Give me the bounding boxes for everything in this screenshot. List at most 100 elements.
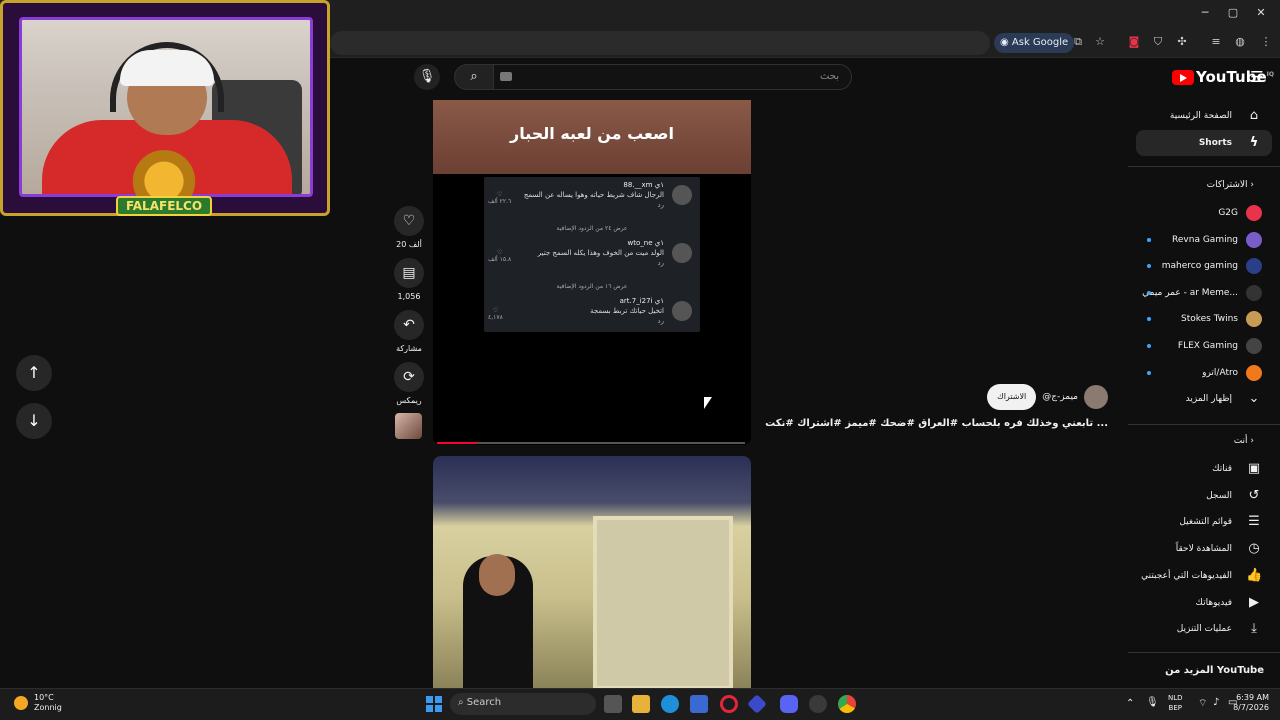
search-input[interactable]: بحث xyxy=(492,64,852,90)
thumb-up-icon: 👍 xyxy=(1246,567,1263,583)
tray-chevron-up-icon[interactable]: ⌃ xyxy=(1126,698,1134,709)
taskbar-search-label: Search xyxy=(466,697,502,708)
subscription-item[interactable]: maherco gaming xyxy=(1122,253,1262,279)
you-item[interactable]: المشاهدة لاحقاً ◷ xyxy=(1134,536,1262,562)
weather-temp: 10°C xyxy=(34,693,54,702)
sidebar-divider xyxy=(1128,652,1280,653)
address-bar[interactable] xyxy=(330,31,990,55)
lang-bottom: BEP xyxy=(1168,704,1182,712)
share-action[interactable]: ↶ مشاركة xyxy=(392,310,426,353)
subscribe-button[interactable]: الاشتراك xyxy=(987,384,1037,410)
subscription-item[interactable]: FLEX Gaming xyxy=(1122,333,1262,359)
like-action[interactable]: ♡ 20 ألف xyxy=(392,206,426,249)
sidebar-item-shorts[interactable]: Shorts ϟ xyxy=(1134,130,1262,156)
ask-google-label: Ask Google xyxy=(1011,37,1069,48)
store-icon[interactable] xyxy=(690,695,708,713)
heart-icon[interactable]: ♡ xyxy=(394,206,424,236)
subscription-name: أترو/Atro xyxy=(1202,367,1238,378)
subscription-item[interactable]: عمر ميمي - ar Meme... xyxy=(1122,280,1262,306)
obs-icon[interactable] xyxy=(809,695,827,713)
download-icon: ⤓ xyxy=(1251,621,1257,637)
sidebar-item-home[interactable]: الصفحة الرئيسية ⌂ xyxy=(1134,103,1262,129)
file-explorer-icon[interactable] xyxy=(632,695,650,713)
video-progress-bar[interactable] xyxy=(437,442,745,444)
short-channel-row: الاشتراك @ميمز-ج xyxy=(987,384,1108,410)
volume-icon[interactable]: ♪ xyxy=(1213,697,1219,708)
remix-action[interactable]: ⟳ ريمكس xyxy=(392,362,426,405)
shield-icon[interactable]: ⛉ xyxy=(1151,35,1165,49)
wifi-icon[interactable]: ⌔ xyxy=(1198,697,1207,710)
taskbar-clock[interactable]: 6:39 AM 8/7/2026 xyxy=(1233,693,1269,713)
tray-microphone-icon[interactable]: 🎙 xyxy=(1146,697,1159,708)
hamburger-menu-icon[interactable]: ☰ xyxy=(1248,68,1266,86)
sound-thumbnail[interactable] xyxy=(395,413,422,439)
profile-icon[interactable]: ◍ xyxy=(1233,35,1247,49)
comment-user: wto_ne ١ي xyxy=(627,239,664,247)
subscription-item[interactable]: أترو/Atro xyxy=(1122,360,1262,386)
more-replies-text: عرض ١٦ من الردود الإضافية xyxy=(556,283,628,290)
comment-like-count: ٤,١٧٨ xyxy=(488,314,503,321)
weather-widget[interactable]: 10°C Zonnig xyxy=(34,693,62,713)
video-frame-person-head xyxy=(479,554,515,596)
install-icon[interactable]: ⧉ xyxy=(1071,35,1085,49)
channel-handle[interactable]: @ميمز-ج xyxy=(1042,392,1078,402)
mouse-cursor xyxy=(704,397,712,409)
subscription-item[interactable]: Revna Gaming xyxy=(1122,227,1262,253)
comment-user: 88.__xm ١ي xyxy=(623,181,664,189)
you-item[interactable]: عمليات التنزيل ⤓ xyxy=(1134,616,1262,642)
reading-list-icon[interactable]: ≡ xyxy=(1209,35,1223,49)
show-more-button[interactable]: إظهار المزيد ⌄ xyxy=(1134,386,1262,412)
search-button[interactable]: ⌕ xyxy=(454,64,494,90)
comment-count: 1,056 xyxy=(397,292,421,301)
share-icon[interactable]: ↶ xyxy=(394,310,424,340)
comment-action[interactable]: ▤ 1,056 xyxy=(392,258,426,301)
account-box-icon: ▣ xyxy=(1247,461,1261,476)
subscription-name: FLEX Gaming xyxy=(1177,341,1238,351)
clock-time: 6:39 AM xyxy=(1236,693,1269,702)
subscription-item[interactable]: G2G xyxy=(1122,200,1262,226)
comment-like: ♡ ١٥.٨ ألف xyxy=(488,249,511,263)
subscription-name: Stokes Twins xyxy=(1181,314,1238,325)
previous-short-button[interactable]: ↑ xyxy=(16,355,52,391)
you-section-title[interactable]: أنت › xyxy=(1234,436,1254,446)
taskbar-search[interactable]: ⌕ Search xyxy=(450,693,596,715)
ask-google-button[interactable]: ◉ Ask Google xyxy=(994,33,1075,53)
short-video-player[interactable]: اصعب من لعبه الحبار 88.__xm ١ي الرجال شاف… xyxy=(433,100,751,445)
you-item[interactable]: قناتك ▣ xyxy=(1134,456,1262,482)
windows-start-icon[interactable] xyxy=(426,696,442,712)
you-item[interactable]: قوائم التشغيل ☰ xyxy=(1134,509,1262,535)
extensions-icon[interactable]: ✣ xyxy=(1175,35,1189,49)
opera-gx-icon[interactable] xyxy=(720,695,738,713)
subscription-item[interactable]: Stokes Twins xyxy=(1122,306,1262,332)
short-title[interactable]: تابعني وخذلك فره بلحساب #العراق #ضحك #مي… xyxy=(765,418,1108,429)
you-item-label: قوائم التشغيل xyxy=(1179,517,1232,528)
maximize-button[interactable]: ▢ xyxy=(1226,6,1240,20)
chevron-down-icon: ⌄ xyxy=(1248,391,1260,406)
commenter-avatar xyxy=(672,185,692,205)
keyboard-icon[interactable] xyxy=(500,72,512,81)
input-language[interactable]: NLD BEP xyxy=(1168,693,1183,713)
extension-record-icon[interactable]: ◙ xyxy=(1127,35,1141,49)
voice-search-button[interactable]: 🎙 xyxy=(414,64,440,90)
menu-kebab-icon[interactable]: ⋮ xyxy=(1259,35,1273,49)
youtube-play-icon xyxy=(1172,70,1194,85)
edge-icon[interactable] xyxy=(661,695,679,713)
subscriptions-section-title[interactable]: الاشتراكات › xyxy=(1207,180,1254,190)
chrome-icon[interactable] xyxy=(838,695,856,713)
show-more-label: إظهار المزيد xyxy=(1185,394,1232,404)
you-item[interactable]: فيديوهاتك ▶ xyxy=(1134,590,1262,616)
close-button[interactable]: ✕ xyxy=(1254,6,1268,20)
video-overlay-text: اصعب من لعبه الحبار xyxy=(510,124,674,143)
task-view-icon[interactable] xyxy=(604,695,622,713)
next-short-video[interactable] xyxy=(433,456,751,690)
you-item[interactable]: السجل ↺ xyxy=(1134,483,1262,509)
you-item[interactable]: الفيديوهات التي أعجبتني 👍 xyxy=(1134,563,1262,589)
channel-avatar[interactable] xyxy=(1084,385,1108,409)
minimize-button[interactable]: ─ xyxy=(1198,6,1212,20)
comment-icon[interactable]: ▤ xyxy=(394,258,424,288)
next-short-button[interactable]: ↓ xyxy=(16,403,52,439)
discord-icon[interactable] xyxy=(780,695,798,713)
search-icon: ⌕ xyxy=(470,69,478,84)
remix-icon[interactable]: ⟳ xyxy=(394,362,424,392)
bookmark-star-icon[interactable]: ☆ xyxy=(1093,35,1107,49)
